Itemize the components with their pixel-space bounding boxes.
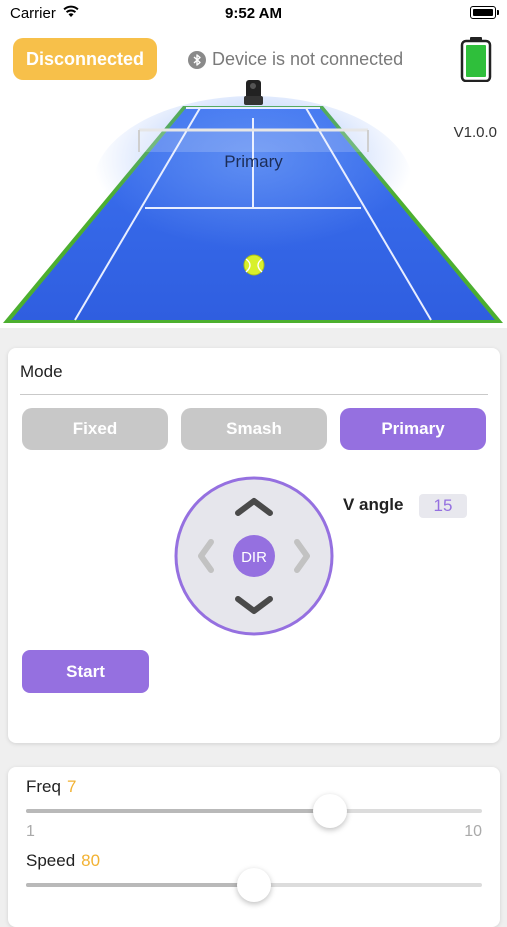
speed-label-row: Speed 80 [26, 851, 100, 871]
freq-slider[interactable] [26, 794, 482, 828]
mode-button-primary[interactable]: Primary [340, 408, 486, 450]
speed-slider-thumb[interactable] [237, 868, 271, 902]
freq-label: Freq [26, 777, 61, 796]
ball-machine-icon [244, 80, 263, 105]
v-angle-label: V angle [343, 495, 404, 514]
tennis-ball-icon [243, 254, 265, 276]
device-status: Device is not connected [188, 49, 403, 70]
speed-slider[interactable] [26, 868, 482, 902]
mode-button-fixed[interactable]: Fixed [22, 408, 168, 450]
clock: 9:52 AM [225, 5, 282, 22]
start-button[interactable]: Start [22, 650, 149, 693]
version-label: V1.0.0 [453, 124, 497, 141]
speed-label: Speed [26, 851, 76, 870]
device-status-text: Device is not connected [212, 49, 404, 69]
freq-slider-thumb[interactable] [313, 794, 347, 828]
speed-slider-fill [26, 883, 254, 887]
freq-value: 7 [66, 777, 77, 796]
dir-label[interactable]: DIR [233, 537, 275, 579]
status-battery-icon [470, 6, 499, 19]
connection-button[interactable]: Disconnected [13, 38, 157, 80]
status-bar: Carrier 9:52 AM [0, 0, 507, 28]
freq-slider-fill [26, 809, 330, 813]
speed-value: 80 [81, 851, 101, 870]
mode-button-smash[interactable]: Smash [181, 408, 327, 450]
divider [20, 394, 488, 395]
freq-min: 1 [26, 823, 35, 840]
tennis-court [3, 80, 503, 323]
freq-max: 10 [464, 823, 482, 840]
mode-card: Mode Fixed Smash Primary DIR V angle 15 … [8, 348, 500, 743]
freq-label-row: Freq 7 [26, 777, 76, 797]
settings-card: Freq 7 1 10 Speed 80 [8, 767, 500, 927]
court-mode-label: Primary [224, 152, 283, 171]
header: Disconnected Device is not connected Pri… [0, 28, 507, 328]
v-angle-value[interactable]: 15 [419, 494, 467, 518]
mode-title: Mode [20, 362, 63, 381]
bluetooth-icon [188, 50, 206, 69]
